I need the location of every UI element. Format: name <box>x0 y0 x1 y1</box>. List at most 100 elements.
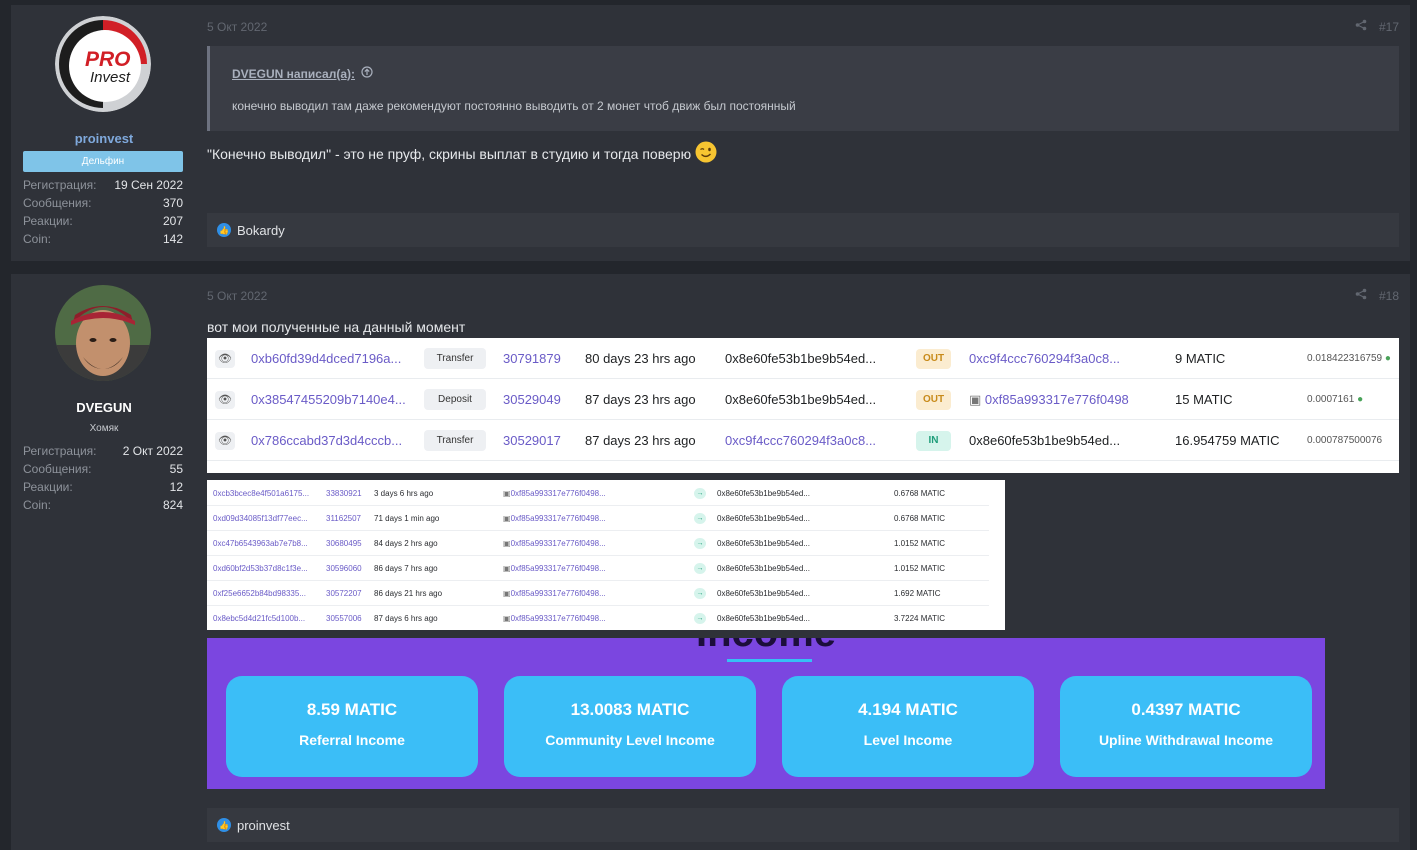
tx-block[interactable]: 30529017 <box>503 420 561 461</box>
username[interactable]: DVEGUN <box>11 400 197 415</box>
itx-hash[interactable]: 0xc47b6543963ab7e7b8... <box>213 531 313 556</box>
income-card: 8.59 MATIC Referral Income <box>226 676 478 777</box>
itx-block[interactable]: 30596060 <box>326 556 362 581</box>
table-row: 0xd60bf2d53b37d8c1f3e... 30596060 86 day… <box>207 556 989 581</box>
table-row: 👁 0xb60fd39d4dced7196a... Transfer 30791… <box>207 338 1399 379</box>
arrow-right-icon: → <box>694 513 706 524</box>
tx-block[interactable]: 30791879 <box>503 338 561 379</box>
itx-value: 3.7224 MATIC <box>894 614 945 623</box>
post-number[interactable]: #17 <box>1379 20 1399 34</box>
post-date[interactable]: 5 Окт 2022 <box>207 20 267 34</box>
itx-value: 1.0152 MATIC <box>894 564 945 573</box>
share-icon[interactable] <box>1355 19 1367 34</box>
transactions-screenshot: 👁 0xb60fd39d4dced7196a... Transfer 30791… <box>207 338 1399 473</box>
itx-block[interactable]: 30557006 <box>326 606 362 631</box>
post-number[interactable]: #18 <box>1379 289 1399 303</box>
tx-method: Deposit <box>424 389 486 410</box>
like-icon: 👍 <box>217 818 231 832</box>
tx-to[interactable]: 0xc9f4ccc760294f3a0c8... <box>969 338 1129 379</box>
itx-age: 86 days 7 hrs ago <box>374 564 438 573</box>
tx-direction: IN <box>916 431 951 451</box>
tx-age: 80 days 23 hrs ago <box>585 351 696 366</box>
tx-from[interactable]: 0xc9f4ccc760294f3a0c8... <box>725 420 875 461</box>
avatar[interactable] <box>55 285 151 381</box>
itx-age: 3 days 6 hrs ago <box>374 489 434 498</box>
table-row: 0xf25e6652b84bd98335... 30572207 86 days… <box>207 581 989 606</box>
tx-value: 16.954759 MATIC <box>1175 433 1280 448</box>
itx-hash[interactable]: 0xd60bf2d53b37d8c1f3e... <box>213 556 313 581</box>
contract-icon: ▣ <box>503 514 511 523</box>
user-photo <box>55 285 151 381</box>
itx-hash[interactable]: 0x8ebc5d4d21fc5d100b... <box>213 606 313 631</box>
stat-coin: Coin: 824 <box>23 498 183 512</box>
itx-age: 86 days 21 hrs ago <box>374 589 443 598</box>
post-message: "Конечно выводил" - это не пруф, скрины … <box>207 145 692 162</box>
user-rank-badge: Дельфин <box>23 151 183 172</box>
itx-from[interactable]: 0xf85a993317e776f0498... <box>511 539 606 548</box>
eye-icon[interactable]: 👁 <box>215 432 235 450</box>
tx-to: 0x8e60fe53b1be9b54ed... <box>969 433 1121 448</box>
itx-hash[interactable]: 0xd09d34085f13df77eec... <box>213 506 313 531</box>
itx-from[interactable]: 0xf85a993317e776f0498... <box>511 489 606 498</box>
stat-registration: Регистрация: 19 Сен 2022 <box>23 178 183 192</box>
itx-value: 0.6768 MATIC <box>894 514 945 523</box>
tx-direction: OUT <box>916 390 951 410</box>
table-row: 0xcb3bcec8e4f501a6175... 33830921 3 days… <box>207 481 989 506</box>
quote-author[interactable]: DVEGUN написал(а): <box>232 67 355 81</box>
reactions-bar[interactable]: 👍 Bokardy <box>207 213 1399 247</box>
arrow-up-circle-icon[interactable] <box>361 66 373 81</box>
reactions-bar[interactable]: 👍 proinvest <box>207 808 1399 842</box>
reaction-users[interactable]: Bokardy <box>237 223 285 238</box>
tx-method: Transfer <box>424 430 486 451</box>
post-date[interactable]: 5 Окт 2022 <box>207 289 267 303</box>
tx-hash[interactable]: 0xb60fd39d4dced7196a... <box>251 338 406 379</box>
itx-value: 1.0152 MATIC <box>894 539 945 548</box>
contract-icon: ▣ <box>503 539 511 548</box>
tx-hash[interactable]: 0x786ccabd37d3d4cccb... <box>251 420 406 461</box>
itx-block[interactable]: 31162507 <box>326 506 361 531</box>
itx-to: 0x8e60fe53b1be9b54ed... <box>717 539 810 548</box>
tx-direction: OUT <box>916 349 951 369</box>
user-sidebar: PRO Invest proinvest Дельфин Регистрация… <box>11 5 197 261</box>
income-card: 0.4397 MATIC Upline Withdrawal Income <box>1060 676 1312 777</box>
itx-hash[interactable]: 0xf25e6652b84bd98335... <box>213 581 313 606</box>
income-title: Income <box>207 638 1325 656</box>
itx-to: 0x8e60fe53b1be9b54ed... <box>717 564 810 573</box>
tx-from: 0x8e60fe53b1be9b54ed... <box>725 351 875 366</box>
user-sidebar: DVEGUN Хомяк Регистрация: 2 Окт 2022 Сооб… <box>11 274 197 850</box>
itx-block[interactable]: 30680495 <box>326 531 362 556</box>
tx-to[interactable]: 0xf85a993317e776f0498... <box>985 392 1129 407</box>
itx-to: 0x8e60fe53b1be9b54ed... <box>717 489 810 498</box>
itx-age: 84 days 2 hrs ago <box>374 539 438 548</box>
income-value: 8.59 MATIC <box>306 700 398 719</box>
contract-icon: ▣ <box>503 489 511 498</box>
contract-icon: ▣ <box>969 392 982 407</box>
income-value: 13.0083 MATIC <box>570 700 690 719</box>
tx-block[interactable]: 30529049 <box>503 379 561 420</box>
itx-age: 87 days 6 hrs ago <box>374 614 438 623</box>
itx-from[interactable]: 0xf85a993317e776f0498... <box>511 589 606 598</box>
income-label: Level Income <box>863 732 953 748</box>
share-icon[interactable] <box>1355 288 1367 303</box>
itx-hash[interactable]: 0xcb3bcec8e4f501a6175... <box>213 481 313 506</box>
itx-block[interactable]: 30572207 <box>326 581 362 606</box>
arrow-right-icon: → <box>694 588 706 599</box>
username[interactable]: proinvest <box>11 131 197 146</box>
tx-value: 9 MATIC <box>1175 351 1226 366</box>
tx-method: Transfer <box>424 348 486 369</box>
stat-reactions: Реакции: 207 <box>23 214 183 228</box>
reaction-users[interactable]: proinvest <box>237 818 290 833</box>
itx-from[interactable]: 0xf85a993317e776f0498... <box>511 564 606 573</box>
arrow-right-icon: → <box>694 563 706 574</box>
itx-block[interactable]: 33830921 <box>326 481 362 506</box>
bulb-icon: ● <box>1384 353 1391 364</box>
itx-from[interactable]: 0xf85a993317e776f0498... <box>511 614 606 623</box>
avatar[interactable]: PRO Invest <box>55 16 151 112</box>
eye-icon[interactable]: 👁 <box>215 391 235 409</box>
tx-hash[interactable]: 0x38547455209b7140e4... <box>251 379 406 420</box>
table-row: 👁 0x38547455209b7140e4... Deposit 305290… <box>207 379 1399 420</box>
contract-icon: ▣ <box>503 564 511 573</box>
itx-from[interactable]: 0xf85a993317e776f0498... <box>511 514 606 523</box>
svg-text:PRO: PRO <box>85 48 131 71</box>
eye-icon[interactable]: 👁 <box>215 350 235 368</box>
